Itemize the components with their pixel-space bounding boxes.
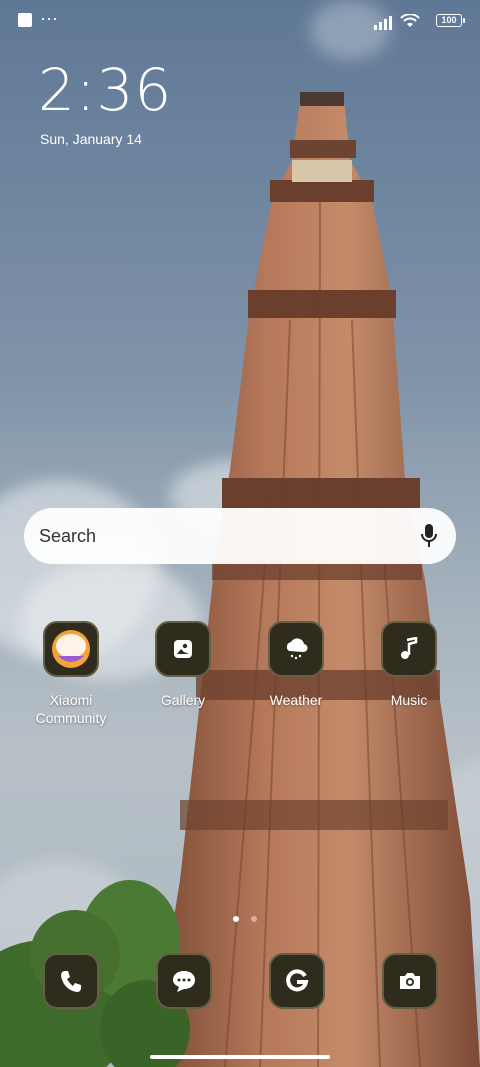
app-gallery[interactable]: Gallery — [128, 621, 238, 709]
search-placeholder: Search — [39, 526, 97, 546]
page-dot — [251, 916, 258, 922]
google-icon — [286, 969, 309, 992]
wifi-icon — [400, 14, 420, 27]
app-label: Gallery — [160, 692, 206, 708]
battery-indicator: 100 — [436, 14, 465, 27]
page-dot-active — [233, 916, 239, 922]
app-weather[interactable]: Weather — [241, 621, 351, 709]
xiaomi-community-icon — [43, 621, 99, 677]
dock-phone[interactable] — [43, 953, 99, 1009]
signal-icon — [374, 16, 392, 30]
weather-icon — [268, 621, 324, 677]
page-indicator — [229, 909, 261, 927]
notification-icon — [18, 13, 32, 27]
dock-messages[interactable] — [156, 953, 212, 1009]
app-music[interactable]: Music — [354, 621, 464, 709]
app-label: Weather — [269, 692, 323, 708]
messages-icon — [173, 971, 195, 992]
dock-google[interactable] — [269, 953, 325, 1009]
microphone-icon[interactable] — [420, 523, 438, 549]
status-bar: ··· 100 — [18, 8, 465, 32]
app-label: Music — [390, 692, 428, 708]
dock-camera[interactable] — [382, 953, 438, 1009]
music-icon — [381, 621, 437, 677]
home-indicator[interactable] — [150, 1055, 330, 1059]
more-notifications-icon: ··· — [40, 8, 58, 28]
phone-icon — [61, 971, 81, 992]
clock-date[interactable]: Sun, January 14 — [40, 131, 142, 147]
search-bar[interactable]: Search — [24, 508, 456, 564]
camera-icon — [400, 973, 420, 989]
app-xiaomi-community[interactable]: Xiaomi Community — [16, 621, 126, 727]
gallery-icon — [155, 621, 211, 677]
clock-time[interactable]: 2:36 — [38, 56, 172, 124]
app-label: Xiaomi Community — [35, 692, 107, 726]
